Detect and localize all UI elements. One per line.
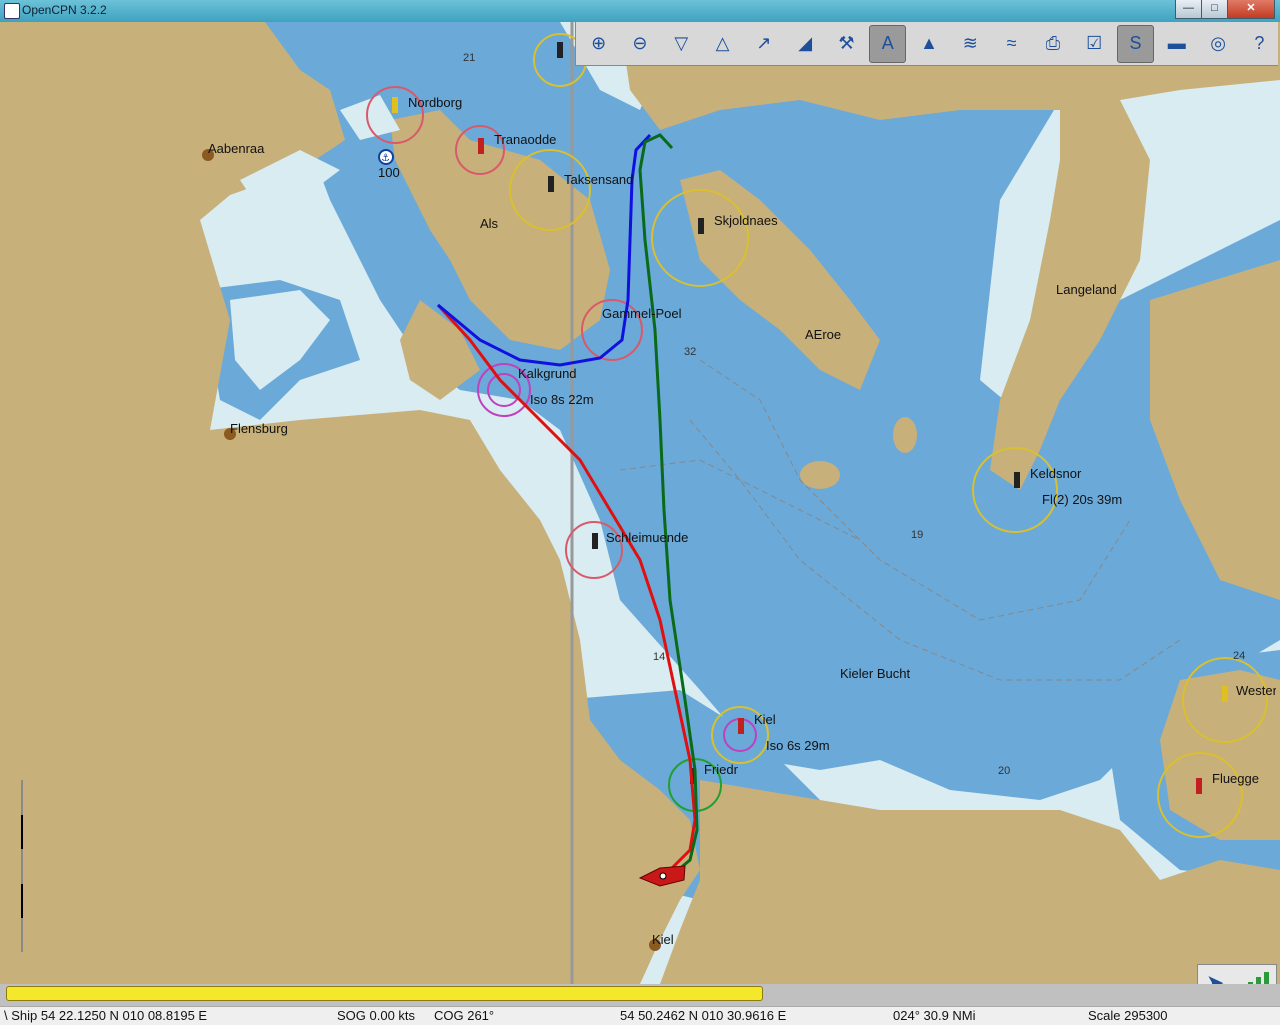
color-scheme-icon: ▬ xyxy=(1167,33,1186,53)
print-button[interactable]: ⎙ xyxy=(1034,25,1071,63)
place-label-als: Als xyxy=(480,216,499,231)
place-label-langeland: Langeland xyxy=(1056,282,1117,297)
scale-in-button[interactable]: ▽ xyxy=(663,25,700,63)
light-label-keldsnor: Fl(2) 20s 39m xyxy=(1042,492,1123,507)
depth-sounding: 20 xyxy=(998,765,1011,777)
place-label-kieler-bucht: Kieler Bucht xyxy=(840,666,911,681)
place-label-westermarkelsdorf: Westermarkelsdorf xyxy=(1236,683,1276,698)
route-manager-button[interactable]: ☑ xyxy=(1076,25,1113,63)
chart-icon: ≈ xyxy=(1006,33,1017,53)
minimize-button[interactable]: — xyxy=(1175,0,1202,19)
place-label-skjoldnaes: Skjoldnaes xyxy=(714,213,778,228)
route-button[interactable]: ↗ xyxy=(745,25,782,63)
depth-sounding: 32 xyxy=(684,346,697,358)
track-button[interactable]: S xyxy=(1116,24,1155,63)
settings-icon: ⚒ xyxy=(838,33,855,53)
text-button[interactable]: A xyxy=(869,24,907,63)
place-label-nordborg: Nordborg xyxy=(408,95,463,110)
place-label-aabenraa: Aabenraa xyxy=(208,141,265,156)
maximize-button[interactable]: □ xyxy=(1201,0,1228,19)
text-icon: A xyxy=(881,33,894,53)
sog-text: SOG 0.00 kts xyxy=(337,1008,416,1023)
depth-sounding: 14 xyxy=(653,651,666,663)
depth-sounding: 19 xyxy=(911,529,924,541)
title-bar: OpenCPN 3.2.2 — □ ✕ xyxy=(0,0,1280,22)
scale-in-icon: ▽ xyxy=(674,33,689,53)
color-scheme-button[interactable]: ▬ xyxy=(1158,25,1195,63)
zoom-in-button[interactable]: ⊕ xyxy=(580,25,617,63)
cog-text: COG 261° xyxy=(434,1008,495,1023)
mob-button[interactable]: ◎ xyxy=(1199,25,1236,63)
place-label-aeroe: AEroe xyxy=(805,327,842,342)
place-label-kiel-city: Kiel xyxy=(652,932,674,947)
place-label-keldsnor: Keldsnor xyxy=(1030,466,1082,481)
bearing-distance-text: 024° 30.9 NMi xyxy=(893,1008,976,1023)
scale-bar xyxy=(21,780,23,952)
progress-bar xyxy=(6,986,763,1001)
chart-canvas[interactable]: ⚓ Aabenraa Nordborg Tranaodde Taksensand… xyxy=(0,22,1280,984)
place-label-fluegge: Fluegge xyxy=(1212,771,1259,786)
current-icon: ▲ xyxy=(920,33,938,53)
zoom-out-button[interactable]: ⊖ xyxy=(621,25,658,63)
help-icon: ? xyxy=(1254,33,1265,53)
current-button[interactable]: ▲ xyxy=(910,25,947,63)
anchorage-label: 100 xyxy=(378,165,400,180)
app-icon xyxy=(4,3,20,19)
close-button[interactable]: ✕ xyxy=(1227,0,1275,19)
depth-sounding: 24 xyxy=(1233,650,1246,662)
place-label-gammel-poel: Gammel-Poel xyxy=(602,306,682,321)
help-button[interactable]: ? xyxy=(1241,25,1278,63)
chart-button[interactable]: ≈ xyxy=(993,25,1030,63)
place-label-taksensand: Taksensand xyxy=(564,172,634,187)
status-bar: \ Ship 54 22.1250 N 010 08.8195 E SOG 0.… xyxy=(0,1006,1280,1025)
zoom-in-icon: ⊕ xyxy=(591,33,607,53)
tide-button[interactable]: ≋ xyxy=(952,25,989,63)
anchorage-icon: ⚓ xyxy=(378,149,394,165)
light-label-kiel: Iso 6s 29m xyxy=(766,738,830,753)
settings-button[interactable]: ⚒ xyxy=(828,25,865,63)
place-label-kalkgrund: Kalkgrund xyxy=(518,366,577,381)
route-manager-icon: ☑ xyxy=(1086,33,1103,53)
track-icon: S xyxy=(1129,33,1142,53)
cursor-position-text: 54 50.2462 N 010 30.9616 E xyxy=(620,1008,787,1023)
ship-position-text: \ Ship 54 22.1250 N 010 08.8195 E xyxy=(4,1008,208,1023)
print-icon: ⎙ xyxy=(1045,33,1061,53)
place-label-tranaodde: Tranaodde xyxy=(494,132,557,147)
mob-icon: ◎ xyxy=(1210,33,1226,53)
auto-follow-button[interactable]: ◢ xyxy=(786,25,823,63)
place-label-friedrichsort: Friedrichsort xyxy=(704,762,738,777)
svg-text:⚓: ⚓ xyxy=(381,153,390,164)
zoom-out-icon: ⊖ xyxy=(632,33,648,53)
scale-text: Scale 295300 xyxy=(1088,1008,1168,1023)
window-title: OpenCPN 3.2.2 xyxy=(22,3,107,17)
place-label-schleimuende: Schleimuende xyxy=(606,530,689,545)
route-icon: ↗ xyxy=(756,33,772,53)
main-toolbar: ⊕ ⊖ ▽ △ ↗ ◢ ⚒ A ▲ ≋ ≈ ⎙ ☑ S ▬ ◎? xyxy=(575,22,1278,66)
depth-sounding: 21 xyxy=(463,52,476,64)
scale-out-button[interactable]: △ xyxy=(704,25,741,63)
auto-follow-icon: ◢ xyxy=(798,33,813,53)
scale-out-icon: △ xyxy=(715,33,730,53)
place-label-flensburg: Flensburg xyxy=(230,421,288,436)
tide-icon: ≋ xyxy=(962,33,978,53)
light-label-kalkgrund: Iso 8s 22m xyxy=(530,392,594,407)
place-label-kiel-light: Kiel xyxy=(754,712,776,727)
